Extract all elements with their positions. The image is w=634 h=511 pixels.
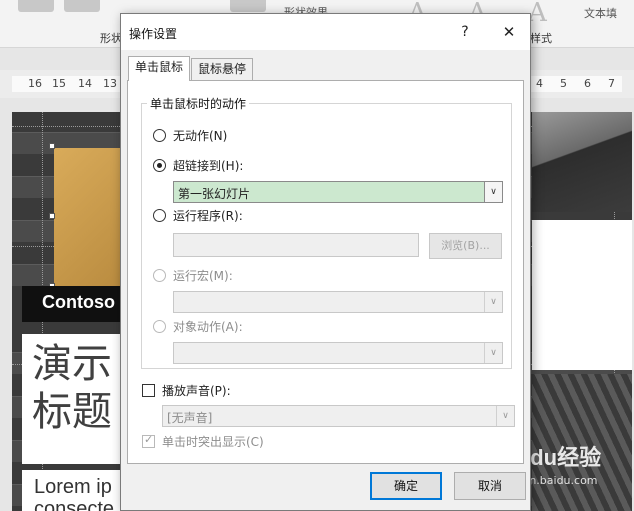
ribbon-shape-style-swatch[interactable] [18,0,54,12]
ruler-tick: 7 [608,77,615,90]
slide-body-text: Lorem ip consecte [34,476,115,511]
group-caption: 单击鼠标时的动作 [147,95,250,112]
radio-button[interactable] [153,158,166,172]
text-fill-button[interactable]: 文本填 [584,5,617,21]
program-path-input[interactable] [173,233,419,257]
cancel-button[interactable]: 取消 [454,472,526,500]
radio-label: 对象动作(A): [173,319,243,334]
ribbon-shape-style-swatch[interactable] [230,0,266,12]
wordart-style-group-label: 样式 [530,32,552,45]
radio-object-action[interactable]: 对象动作(A): [153,317,243,335]
browse-button[interactable]: 浏览(B)... [429,233,502,259]
ruler-tick: 4 [536,77,543,90]
resize-handle[interactable] [49,143,55,149]
sound-select[interactable]: [无声音] ∨ [162,405,515,427]
radio-button[interactable] [153,268,166,282]
chevron-down-icon[interactable]: ∨ [484,343,502,363]
highlight-click-row[interactable]: 单击时突出显示(C) [142,433,264,449]
radio-label: 运行宏(M): [173,268,233,283]
play-sound-row[interactable]: 播放声音(P): [142,382,231,398]
radio-no-action[interactable]: 无动作(N) [153,126,227,144]
close-icon[interactable]: ✕ [495,20,523,44]
white-panel [532,220,632,370]
ruler-tick: 5 [560,77,567,90]
play-sound-label: 播放声音(P): [162,383,231,398]
ok-button[interactable]: 确定 [370,472,442,500]
dialog-titlebar[interactable]: 操作设置 ? ✕ [121,14,530,50]
ruler-tick: 13 [103,77,117,90]
radio-button[interactable] [153,208,166,222]
sound-value: [无声音] [167,411,213,425]
ruler-tick: 14 [78,77,92,90]
ruler-tick: 16 [28,77,42,90]
highlight-click-label: 单击时突出显示(C) [162,434,264,449]
radio-button[interactable] [153,319,166,333]
radio-label: 无动作(N) [173,128,228,143]
chevron-down-icon[interactable]: ∨ [496,406,514,426]
object-action-select[interactable]: ∨ [173,342,503,364]
tab-mouse-click[interactable]: 单击鼠标 [128,56,191,81]
decorative-photo [532,112,632,212]
tab-mouse-over[interactable]: 鼠标悬停 [191,58,254,80]
ribbon-shape-style-swatch[interactable] [64,0,100,12]
chevron-down-icon[interactable]: ∨ [484,292,502,312]
play-sound-checkbox[interactable] [142,383,155,397]
hyperlink-value: 第一张幻灯片 [178,187,251,201]
ruler-tick: 6 [584,77,591,90]
macro-select[interactable]: ∨ [173,291,503,313]
shape-style-group-label: 形状 [100,32,122,45]
radio-button[interactable] [153,128,166,142]
dialog-title: 操作设置 [129,27,178,41]
help-icon[interactable]: ? [451,20,479,44]
chevron-down-icon[interactable]: ∨ [484,182,502,202]
contoso-label: Contoso [42,292,115,312]
radio-label: 超链接到(H): [173,158,244,173]
radio-label: 运行程序(R): [173,208,243,223]
tab-panel: 单击鼠标时的动作 无动作(N) 超链接到(H): 第一张幻灯片 ∨ 运行程序(R… [127,80,524,464]
hyperlink-select[interactable]: 第一张幻灯片 ∨ [173,181,503,203]
radio-run-program[interactable]: 运行程序(R): [153,206,243,224]
highlight-click-checkbox[interactable] [142,433,155,448]
radio-hyperlink[interactable]: 超链接到(H): [153,156,243,174]
radio-run-macro[interactable]: 运行宏(M): [153,266,233,284]
slide-title-text: 演示 标题 [32,341,112,435]
resize-handle[interactable] [49,213,55,219]
ruler-tick: 15 [52,77,66,90]
action-settings-dialog: 操作设置 ? ✕ 单击鼠标 鼠标悬停 单击鼠标时的动作 无动作(N) 超链接到(… [120,13,531,511]
